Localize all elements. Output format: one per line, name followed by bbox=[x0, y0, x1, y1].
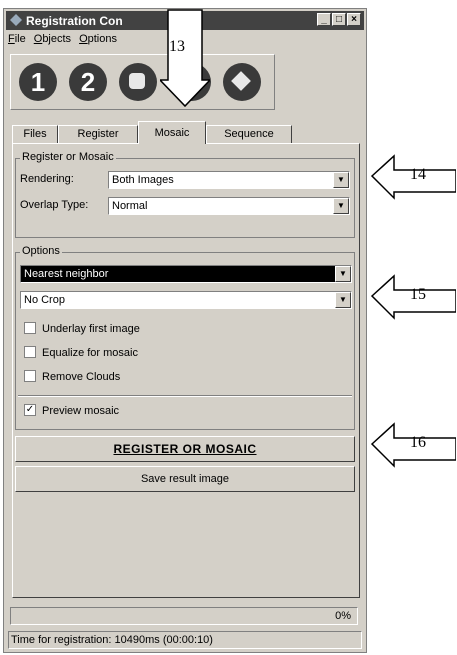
options-group-label: Options bbox=[20, 245, 62, 257]
rendering-value: Both Images bbox=[112, 174, 174, 186]
app-icon bbox=[10, 14, 22, 26]
menu-options[interactable]: Options bbox=[79, 33, 117, 45]
mosaic-panel: Register or Mosaic Rendering: Both Image… bbox=[12, 143, 360, 598]
chevron-down-icon[interactable]: ▼ bbox=[335, 292, 351, 308]
callout-14: 14 bbox=[370, 150, 457, 210]
menu-bar: File Objects Options bbox=[8, 33, 117, 45]
divider bbox=[18, 395, 352, 397]
preview-mosaic-label: Preview mosaic bbox=[42, 405, 120, 417]
equalize-checkbox[interactable]: Equalize for mosaic bbox=[24, 346, 138, 359]
tab-mosaic[interactable]: Mosaic bbox=[138, 121, 206, 144]
options-group: Options Nearest neighbor ▼ No Crop ▼ Und… bbox=[15, 245, 355, 430]
step-one-button[interactable]: 1 bbox=[19, 63, 57, 101]
progress-bar: 0% bbox=[10, 607, 358, 625]
underlay-checkbox[interactable]: Underlay first image bbox=[24, 322, 140, 335]
crop-value: No Crop bbox=[24, 294, 65, 306]
callout-13-label: 13 bbox=[169, 38, 185, 55]
callout-16: 16 bbox=[370, 418, 457, 478]
save-result-image-button[interactable]: Save result image bbox=[15, 466, 355, 492]
chevron-down-icon[interactable]: ▼ bbox=[333, 172, 349, 188]
equalize-label: Equalize for mosaic bbox=[42, 347, 138, 359]
menu-file[interactable]: File bbox=[8, 33, 26, 45]
overlap-type-select[interactable]: Normal ▼ bbox=[108, 197, 350, 215]
register-group-label: Register or Mosaic bbox=[20, 151, 116, 163]
preview-mosaic-checkbox[interactable]: ✓ Preview mosaic bbox=[24, 404, 120, 417]
mosaic-tool-button[interactable] bbox=[119, 63, 157, 101]
interpolation-value: Nearest neighbor bbox=[24, 268, 109, 280]
progress-percent: 0% bbox=[335, 610, 351, 622]
close-icon[interactable]: × bbox=[347, 13, 361, 26]
callout-16-label: 16 bbox=[410, 434, 426, 451]
tab-register[interactable]: Register bbox=[58, 125, 138, 143]
step-two-button[interactable]: 2 bbox=[69, 63, 107, 101]
checkmark-icon[interactable]: ✓ bbox=[24, 404, 36, 417]
overlap-type-label: Overlap Type: bbox=[20, 199, 89, 211]
checkbox-box[interactable] bbox=[24, 322, 36, 335]
chevron-down-icon[interactable]: ▼ bbox=[333, 198, 349, 214]
checkbox-box[interactable] bbox=[24, 346, 36, 359]
toolbar: 1 2 bbox=[10, 54, 275, 110]
checkbox-box[interactable] bbox=[24, 370, 36, 383]
remove-clouds-checkbox[interactable]: Remove Clouds bbox=[24, 370, 121, 383]
layers-tool-button[interactable] bbox=[223, 63, 261, 101]
callout-13: 13 bbox=[158, 8, 212, 108]
underlay-label: Underlay first image bbox=[42, 323, 140, 335]
callout-15-label: 15 bbox=[410, 286, 426, 303]
maximize-icon[interactable]: □ bbox=[332, 13, 346, 26]
rendering-label: Rendering: bbox=[20, 173, 74, 185]
rendering-select[interactable]: Both Images ▼ bbox=[108, 171, 350, 189]
tab-files[interactable]: Files bbox=[12, 125, 58, 143]
register-or-mosaic-button[interactable]: REGISTER OR MOSAIC bbox=[15, 436, 355, 462]
window-title: Registration Con bbox=[26, 14, 123, 28]
menu-objects[interactable]: Objects bbox=[34, 33, 71, 45]
minimize-icon[interactable]: _ bbox=[317, 13, 331, 26]
callout-15: 15 bbox=[370, 270, 457, 330]
callout-14-label: 14 bbox=[410, 166, 426, 183]
overlap-type-value: Normal bbox=[112, 200, 148, 212]
crop-select[interactable]: No Crop ▼ bbox=[20, 291, 352, 309]
register-group: Register or Mosaic Rendering: Both Image… bbox=[15, 151, 355, 238]
chevron-down-icon[interactable]: ▼ bbox=[335, 266, 351, 282]
tab-sequence[interactable]: Sequence bbox=[206, 125, 292, 143]
callout-13-arrow-icon bbox=[158, 9, 212, 108]
status-bar: Time for registration: 10490ms (00:00:10… bbox=[8, 631, 362, 649]
remove-clouds-label: Remove Clouds bbox=[42, 371, 121, 383]
interpolation-select[interactable]: Nearest neighbor ▼ bbox=[20, 265, 352, 283]
